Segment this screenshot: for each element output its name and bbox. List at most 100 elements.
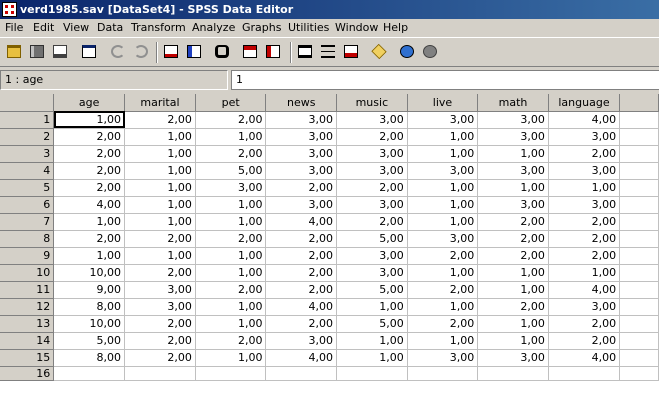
empty-cell[interactable] <box>619 349 659 367</box>
data-cell[interactable] <box>195 366 267 381</box>
menu-graphs[interactable]: Graphs <box>242 19 281 36</box>
data-cell[interactable]: 1,00 <box>53 247 125 265</box>
data-cell[interactable]: 2,00 <box>265 230 338 248</box>
save-button[interactable] <box>27 42 48 62</box>
data-cell[interactable]: 3,00 <box>407 111 479 129</box>
data-cell[interactable]: 1,00 <box>195 213 267 231</box>
data-cell[interactable]: 1,00 <box>548 179 621 197</box>
data-cell[interactable]: 3,00 <box>336 162 408 180</box>
data-cell[interactable]: 2,00 <box>53 162 125 180</box>
data-cell[interactable]: 2,00 <box>548 315 621 333</box>
data-cell[interactable]: 3,00 <box>265 162 338 180</box>
row-header[interactable]: 7 <box>0 213 55 231</box>
spss-app-icon[interactable] <box>2 2 17 17</box>
column-header-live[interactable]: live <box>407 94 479 112</box>
data-cell[interactable]: 1,00 <box>477 332 549 350</box>
data-cell[interactable]: 3,00 <box>336 264 408 282</box>
empty-cell[interactable] <box>619 332 659 350</box>
data-cell[interactable]: 1,00 <box>407 213 479 231</box>
data-cell[interactable]: 2,00 <box>477 247 549 265</box>
data-cell[interactable]: 9,00 <box>53 281 125 299</box>
row-header[interactable]: 8 <box>0 230 55 248</box>
column-header-math[interactable]: math <box>477 94 549 112</box>
data-cell[interactable]: 3,00 <box>336 196 408 214</box>
row-header[interactable]: 12 <box>0 298 55 316</box>
data-cell[interactable]: 1,00 <box>477 179 549 197</box>
data-cell[interactable]: 2,00 <box>407 281 479 299</box>
empty-cell[interactable] <box>619 111 659 129</box>
data-cell[interactable]: 2,00 <box>53 145 125 163</box>
data-cell[interactable]: 2,00 <box>548 247 621 265</box>
data-cell[interactable]: 2,00 <box>265 264 338 282</box>
data-cell[interactable] <box>265 366 338 381</box>
menu-edit[interactable]: Edit <box>33 19 54 36</box>
data-cell[interactable]: 1,00 <box>124 162 196 180</box>
data-cell[interactable]: 8,00 <box>53 349 125 367</box>
data-cell[interactable]: 3,00 <box>477 128 549 146</box>
data-cell[interactable]: 3,00 <box>265 196 338 214</box>
data-cell[interactable]: 2,00 <box>477 230 549 248</box>
data-cell[interactable]: 3,00 <box>124 298 196 316</box>
data-cell[interactable]: 3,00 <box>195 179 267 197</box>
variables-button[interactable] <box>184 42 205 62</box>
data-cell[interactable]: 2,00 <box>477 298 549 316</box>
undo-button[interactable] <box>108 42 129 62</box>
data-cell[interactable]: 1,00 <box>195 298 267 316</box>
data-cell[interactable]: 3,00 <box>265 145 338 163</box>
data-cell[interactable]: 3,00 <box>407 162 479 180</box>
column-header-marital[interactable]: marital <box>124 94 196 112</box>
show-all-variables-button[interactable] <box>420 42 441 62</box>
empty-cell[interactable] <box>619 162 659 180</box>
data-cell[interactable]: 4,00 <box>265 213 338 231</box>
menu-help[interactable]: Help <box>383 19 408 36</box>
data-cell[interactable]: 2,00 <box>265 315 338 333</box>
data-cell[interactable]: 2,00 <box>548 230 621 248</box>
data-cell[interactable]: 3,00 <box>124 281 196 299</box>
insert-cases-button[interactable] <box>240 42 261 62</box>
data-cell[interactable]: 2,00 <box>195 332 267 350</box>
empty-cell[interactable] <box>619 366 659 381</box>
value-labels-button[interactable] <box>369 42 390 62</box>
data-cell[interactable]: 1,00 <box>407 128 479 146</box>
column-header-empty[interactable] <box>619 94 659 112</box>
column-header-news[interactable]: news <box>265 94 338 112</box>
data-cell[interactable]: 1,00 <box>195 196 267 214</box>
print-button[interactable] <box>50 42 71 62</box>
empty-cell[interactable] <box>619 179 659 197</box>
data-cell[interactable]: 1,00 <box>124 196 196 214</box>
data-cell[interactable]: 3,00 <box>477 349 549 367</box>
data-cell[interactable]: 8,00 <box>53 298 125 316</box>
row-header[interactable]: 16 <box>0 366 55 381</box>
data-cell[interactable]: 3,00 <box>477 111 549 129</box>
empty-cell[interactable] <box>619 145 659 163</box>
empty-cell[interactable] <box>619 281 659 299</box>
empty-cell[interactable] <box>619 230 659 248</box>
column-header-language[interactable]: language <box>548 94 621 112</box>
data-cell[interactable]: 5,00 <box>336 230 408 248</box>
data-cell[interactable]: 2,00 <box>195 111 267 129</box>
data-cell[interactable]: 2,00 <box>53 230 125 248</box>
data-cell[interactable]: 1,00 <box>477 145 549 163</box>
data-cell[interactable]: 4,00 <box>265 298 338 316</box>
data-cell[interactable]: 1,00 <box>124 145 196 163</box>
data-cell[interactable]: 2,00 <box>124 264 196 282</box>
data-cell[interactable]: 1,00 <box>407 332 479 350</box>
column-header-music[interactable]: music <box>336 94 408 112</box>
data-cell[interactable]: 5,00 <box>53 332 125 350</box>
empty-cell[interactable] <box>619 213 659 231</box>
data-cell[interactable]: 1,00 <box>53 111 125 129</box>
data-cell[interactable]: 1,00 <box>124 128 196 146</box>
dialog-recall-button[interactable] <box>79 42 100 62</box>
insert-variable-button[interactable] <box>263 42 284 62</box>
data-cell[interactable]: 3,00 <box>548 298 621 316</box>
row-header[interactable]: 9 <box>0 247 55 265</box>
data-cell[interactable]: 1,00 <box>195 264 267 282</box>
cell-value-input[interactable]: 1 <box>231 70 659 90</box>
data-cell[interactable]: 1,00 <box>195 349 267 367</box>
row-header[interactable]: 5 <box>0 179 55 197</box>
data-cell[interactable] <box>477 366 549 381</box>
data-cell[interactable]: 1,00 <box>407 264 479 282</box>
data-cell[interactable]: 2,00 <box>124 111 196 129</box>
empty-cell[interactable] <box>619 196 659 214</box>
data-cell[interactable]: 3,00 <box>548 196 621 214</box>
